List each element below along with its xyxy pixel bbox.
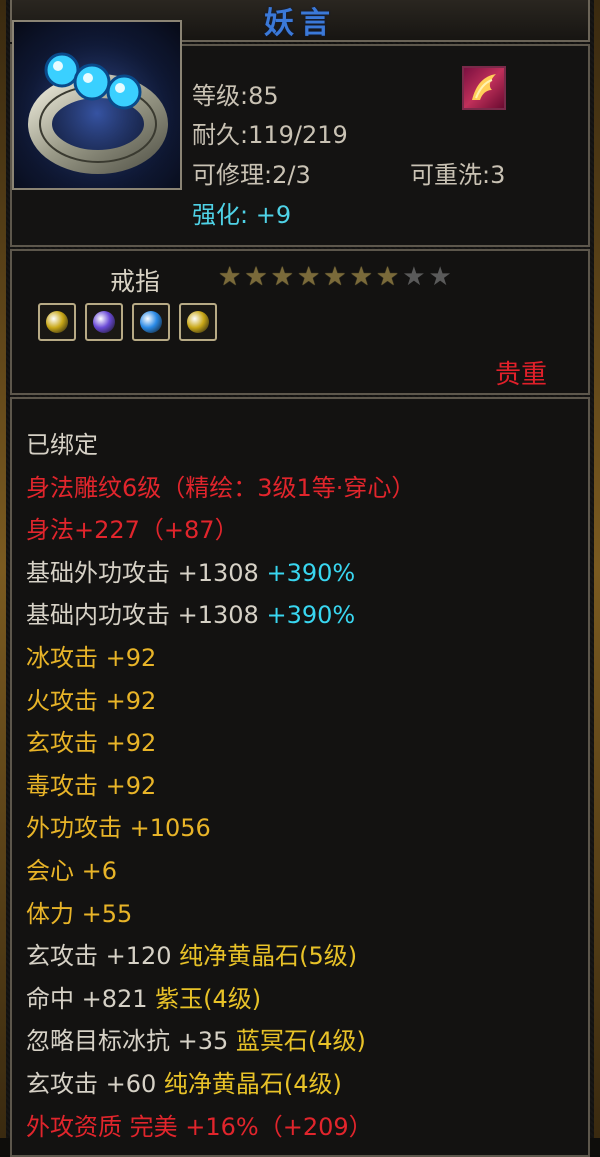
attribute-text: 身法+227（+87） [26, 516, 239, 545]
star-empty-icon: ★ [428, 262, 452, 292]
attribute-text: 玄攻击 +120 [26, 942, 172, 971]
star-filled-icon: ★ [323, 262, 347, 292]
star-rating: ★ ★ ★ ★ ★ ★ ★ ★ ★ [218, 262, 452, 292]
blue-gem-icon[interactable] [132, 303, 170, 341]
attribute-line: 玄攻击 +92 [26, 722, 415, 765]
gem-core [93, 311, 115, 333]
attribute-line: 体力 +55 [26, 893, 415, 936]
attribute-text: 毒攻击 +92 [26, 771, 157, 800]
attribute-text: 玄攻击 +92 [26, 729, 157, 758]
attribute-gem-source: 蓝冥石(4级) [228, 1027, 366, 1056]
attribute-text: 命中 +821 [26, 984, 148, 1013]
attribute-text: 基础外功攻击 +1308 [26, 558, 259, 587]
attribute-line: 身法+227（+87） [26, 509, 415, 552]
item-durability: 耐久:119/219 [192, 121, 348, 149]
attribute-text: 基础内功攻击 +1308 [26, 601, 259, 630]
attribute-gem-source: 纯净黄晶石(5级) [171, 942, 358, 971]
gem-core [46, 311, 68, 333]
star-filled-icon: ★ [349, 262, 373, 292]
attribute-line: 身法雕纹6级（精绘：3级1等·穿心） [26, 467, 415, 510]
attribute-line: 外攻资质 完美 +16%（+209） [26, 1106, 415, 1149]
attribute-line: 基础外功攻击 +1308 +390% [26, 552, 415, 595]
attribute-text: 外攻资质 完美 +16%（+209） [26, 1112, 373, 1141]
attribute-line: 毒攻击 +92 [26, 765, 415, 808]
attribute-text: 外功攻击 +1056 [26, 814, 211, 843]
attribute-line: 忽略目标冰抗 +35 蓝冥石(4级) [26, 1020, 415, 1063]
star-filled-icon: ★ [375, 262, 400, 292]
attribute-gem-source: 纯净黄晶石(4级) [156, 1069, 342, 1098]
attribute-line: 已绑定 [26, 424, 415, 467]
yellow-gem-icon[interactable] [38, 303, 76, 341]
attribute-text: 会心 +6 [26, 856, 118, 885]
attribute-line: 命中 +821 紫玉(4级) [26, 978, 415, 1021]
attribute-line: 会心 +6 [26, 850, 415, 893]
star-filled-icon: ★ [270, 262, 294, 292]
attribute-gem-source: 紫玉(4级) [147, 984, 262, 1013]
attribute-list: 已绑定身法雕纹6级（精绘：3级1等·穿心） 身法+227（+87） 基础外功攻击 +… [26, 424, 415, 1148]
attribute-text: 火攻击 +92 [26, 686, 157, 715]
attribute-text: 身法雕纹6级（精绘：3级1等·穿心） [26, 473, 416, 502]
attribute-percent: +390% [258, 601, 356, 630]
gem-core [187, 311, 209, 333]
yellow-gem-icon[interactable] [179, 303, 217, 341]
right-border-decoration [594, 0, 600, 1138]
attribute-line: 基础内功攻击 +1308 +390% [26, 594, 415, 637]
star-filled-icon: ★ [244, 262, 268, 292]
attribute-line: 火攻击 +92 [26, 680, 415, 723]
gem-core [140, 311, 162, 333]
attribute-line: 冰攻击 +92 [26, 637, 415, 680]
star-filled-icon: ★ [296, 262, 321, 292]
attribute-text: 已绑定 [26, 431, 98, 459]
attribute-line: 玄攻击 +120 纯净黄晶石(5级) [26, 935, 415, 978]
item-enhance: 强化: +9 [192, 201, 292, 229]
purple-gem-icon[interactable] [85, 303, 123, 341]
item-rarity: 贵重 [495, 360, 548, 390]
ring-icon [12, 20, 182, 190]
item-title: 妖言 [264, 6, 336, 41]
item-type-name: 戒指 [110, 267, 161, 296]
left-border-decoration [0, 0, 6, 1138]
attribute-text: 忽略目标冰抗 +35 [26, 1027, 229, 1056]
gem-sockets [38, 303, 217, 341]
attribute-line: 外功攻击 +1056 [26, 807, 415, 850]
item-repairable: 可修理:2/3 [192, 161, 311, 189]
attribute-text: 玄攻击 +60 [26, 1069, 157, 1098]
star-empty-icon: ★ [402, 262, 426, 292]
star-filled-icon: ★ [218, 262, 242, 292]
attribute-percent: +390% [258, 558, 356, 587]
attribute-text: 冰攻击 +92 [26, 643, 157, 672]
attribute-text: 体力 +55 [26, 899, 133, 928]
item-rewash: 可重洗:3 [410, 161, 506, 189]
attribute-line: 玄攻击 +60 纯净黄晶石(4级) [26, 1063, 415, 1106]
item-level: 等级:85 [192, 82, 279, 110]
class-emblem-icon [462, 66, 506, 110]
